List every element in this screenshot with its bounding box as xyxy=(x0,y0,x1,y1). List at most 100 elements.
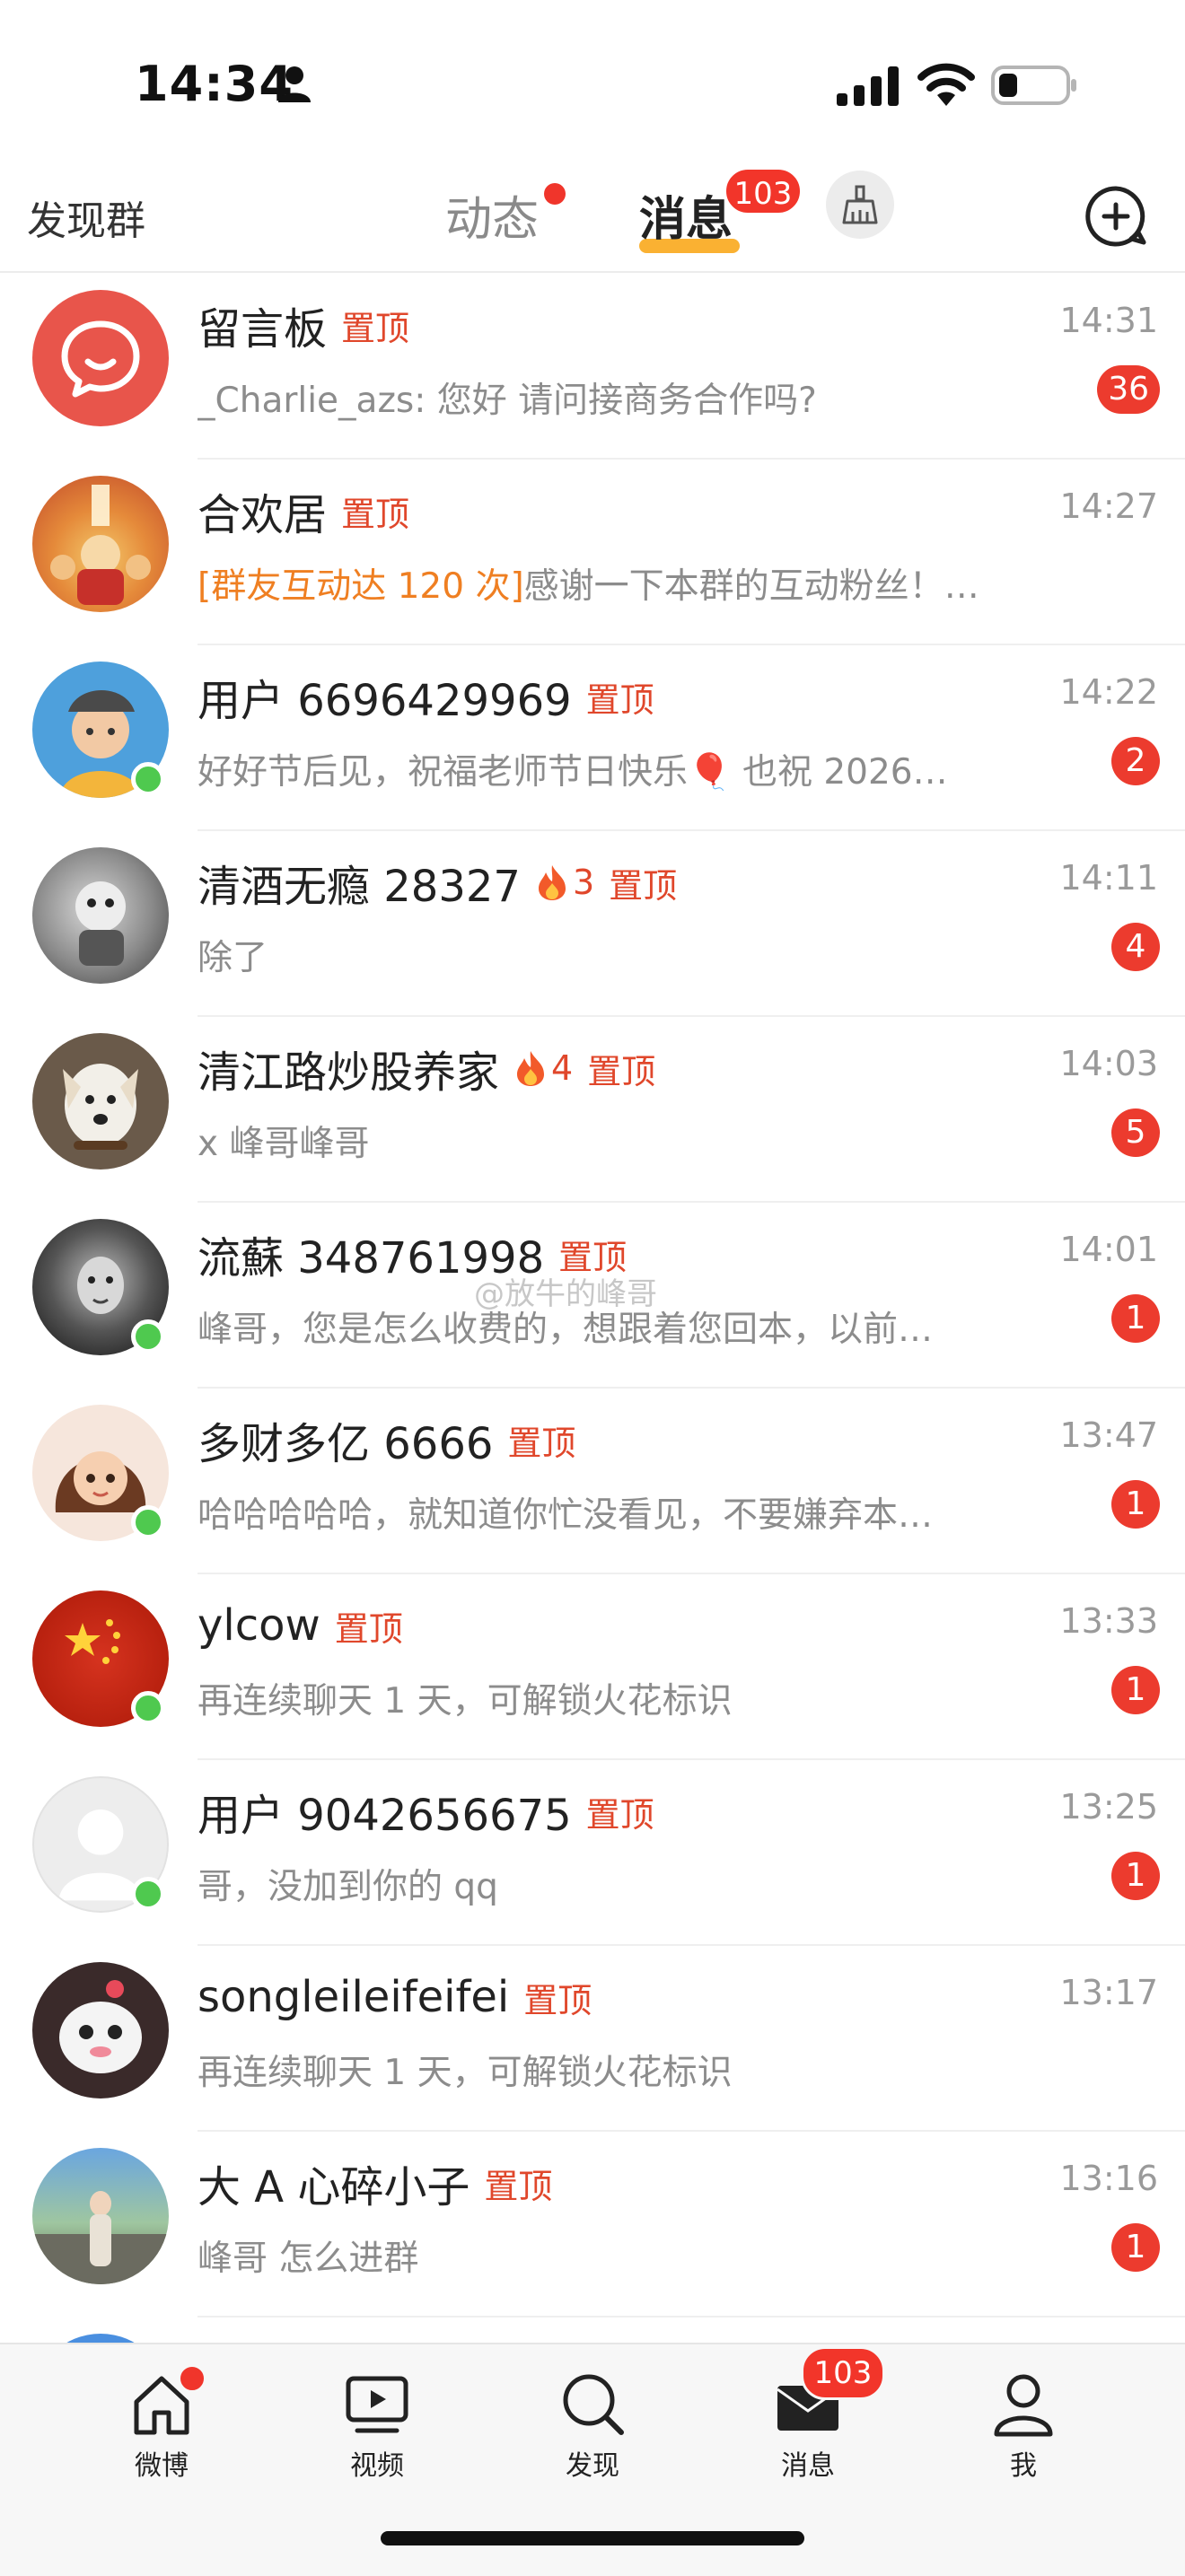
message-preview: 除了 xyxy=(198,938,268,978)
tab-messages[interactable]: 消息 xyxy=(639,181,733,249)
discover-groups-link[interactable]: 发现群 xyxy=(27,188,145,246)
pinned-tag: 置顶 xyxy=(609,865,678,906)
home-unread-dot xyxy=(178,2364,206,2393)
conversation-row[interactable]: 用户 6696429969 置顶 14:22 好好节后见，祝福老师节日快乐🎈 也… xyxy=(0,645,1185,831)
message-time: 13:47 xyxy=(1059,1415,1158,1455)
tab-label: 微博 xyxy=(135,2450,189,2482)
pinned-tag: 置顶 xyxy=(587,1051,656,1091)
watermark: @放牛的峰哥 xyxy=(474,1276,657,1312)
message-time: 14:03 xyxy=(1059,1044,1158,1083)
outdoor-photo-icon xyxy=(32,2191,169,2284)
unread-count-badge: 1 xyxy=(1111,1852,1160,1900)
add-chat-icon[interactable] xyxy=(1084,185,1147,248)
conversation-row[interactable]: 用户 9042656675 置顶 13:25 哥，没加到你的 qq 1 xyxy=(0,1760,1185,1946)
pinned-tag: 置顶 xyxy=(523,1980,592,2020)
battery-icon xyxy=(991,66,1076,105)
message-preview: x 峰哥峰哥 xyxy=(198,1124,370,1164)
home-indicator xyxy=(381,2531,804,2545)
pinned-tag: 置顶 xyxy=(341,494,410,534)
conversation-row[interactable]: 清酒无瘾 28327 3 置顶 14:11 除了 4 xyxy=(0,831,1185,1017)
conversation-row[interactable]: 合欢居 置顶 14:27 [群友互动达 120 次]感谢一下本群的互动粉丝！发红… xyxy=(0,460,1185,645)
message-preview-text: 感谢一下本群的互动粉丝！发红包 xyxy=(523,566,988,607)
pinned-tag: 置顶 xyxy=(507,1423,576,1463)
contact-name: 用户 6696429969 xyxy=(198,676,572,726)
message-time: 13:33 xyxy=(1059,1601,1158,1641)
unread-count-badge: 1 xyxy=(1111,1294,1160,1343)
tab-label: 我 xyxy=(1010,2450,1037,2482)
signal-icon xyxy=(837,66,899,106)
message-preview: 峰哥 怎么进群 xyxy=(198,2239,419,2279)
contact-name: 清江路炒股养家 xyxy=(198,1047,500,1098)
message-preview: 哈哈哈哈哈，就知道你忙没看见，不要嫌弃本… xyxy=(198,1495,934,1536)
tab-label: 消息 xyxy=(781,2450,835,2482)
status-time: 14:34 xyxy=(135,56,294,112)
conversation-row-partial[interactable] xyxy=(0,2318,1185,2344)
contact-name: 大 A 心碎小子 xyxy=(198,2162,470,2212)
spark-streak: 4 xyxy=(515,1048,573,1088)
top-nav: 发现群 动态 消息 103 xyxy=(0,167,1185,273)
cartoon-character-image-icon xyxy=(59,1980,142,2073)
dog-photo-icon xyxy=(63,1064,138,1150)
profile-icon xyxy=(994,2374,1053,2437)
pinned-tag: 置顶 xyxy=(585,1794,654,1835)
unread-count-badge: 2 xyxy=(1111,737,1160,785)
grayscale-photo-icon xyxy=(75,881,126,966)
tab-messages-bottom[interactable]: 103 消息 xyxy=(745,2346,885,2483)
video-icon xyxy=(346,2376,408,2433)
unread-count-badge: 1 xyxy=(1111,2223,1160,2272)
unread-count-badge: 1 xyxy=(1111,1480,1160,1529)
wifi-icon xyxy=(917,63,975,106)
tab-discover[interactable]: 发现 xyxy=(530,2370,655,2483)
avatar xyxy=(32,2148,169,2284)
tab-feed[interactable]: 动态 xyxy=(445,181,539,249)
unread-count-badge: 1 xyxy=(1111,1666,1160,1714)
unread-count-badge: 5 xyxy=(1111,1108,1160,1157)
contact-name: 留言板 xyxy=(198,304,328,355)
message-preview: 哥，没加到你的 qq xyxy=(198,1867,498,1907)
broom-icon xyxy=(842,185,878,224)
conversation-row[interactable]: 清江路炒股养家 4 置顶 14:03 x 峰哥峰哥 5 xyxy=(0,1017,1185,1203)
unread-count-badge: 36 xyxy=(1097,365,1160,414)
conversation-row[interactable]: 大 A 心碎小子 置顶 13:16 峰哥 怎么进群 1 xyxy=(0,2132,1185,2318)
message-time: 14:11 xyxy=(1059,858,1158,898)
message-time: 13:16 xyxy=(1059,2159,1158,2198)
unread-count-badge: 4 xyxy=(1111,923,1160,971)
search-icon xyxy=(563,2374,624,2435)
status-bar: 14:34 xyxy=(0,0,1185,171)
avatar xyxy=(32,847,169,984)
avatar xyxy=(32,290,169,426)
clear-unread-button[interactable] xyxy=(826,171,894,239)
fire-icon xyxy=(538,865,566,900)
spark-streak-count: 4 xyxy=(551,1048,574,1088)
message-time: 14:31 xyxy=(1059,301,1158,340)
interaction-highlight: [群友互动达 120 次] xyxy=(198,566,524,607)
tab-video[interactable]: 视频 xyxy=(314,2370,440,2483)
tab-me[interactable]: 我 xyxy=(961,2370,1086,2483)
message-preview: _Charlie_azs: 您好 请问接商务合作吗? xyxy=(198,381,817,421)
contact-name: 多财多亿 6666 xyxy=(198,1419,494,1469)
message-preview: 再连续聊天 1 天，可解锁火花标识 xyxy=(198,2053,733,2093)
message-time: 14:22 xyxy=(1059,672,1158,712)
messages-tab-badge: 103 xyxy=(724,167,803,215)
tab-label: 视频 xyxy=(350,2450,404,2482)
conversation-row[interactable]: 留言板 置顶 14:31 _Charlie_azs: 您好 请问接商务合作吗? … xyxy=(0,274,1185,460)
message-preview: 好好节后见，祝福老师节日快乐🎈 也祝 2026… xyxy=(198,752,948,793)
online-indicator xyxy=(131,1319,165,1354)
pinned-tag: 置顶 xyxy=(341,308,410,348)
online-indicator xyxy=(131,1505,165,1539)
conversation-row[interactable]: ylcow 置顶 13:33 再连续聊天 1 天，可解锁火花标识 1 xyxy=(0,1574,1185,1760)
tab-label: 发现 xyxy=(566,2450,619,2482)
person-icon xyxy=(278,66,311,102)
message-time: 13:25 xyxy=(1059,1787,1158,1827)
avatar xyxy=(32,1962,169,2098)
online-indicator xyxy=(131,1877,165,1911)
feed-unread-dot xyxy=(544,183,566,205)
god-of-wealth-image-icon xyxy=(50,485,151,605)
fire-icon xyxy=(517,1051,545,1086)
pinned-tag: 置顶 xyxy=(334,1608,403,1649)
conversation-row[interactable]: songleileifeifei 置顶 13:17 再连续聊天 1 天，可解锁火… xyxy=(0,1946,1185,2132)
tab-weibo[interactable]: 微博 xyxy=(99,2364,224,2483)
contact-name: songleileifeifei xyxy=(198,1972,510,2022)
conversation-row[interactable]: 多财多亿 6666 置顶 13:47 哈哈哈哈哈，就知道你忙没看见，不要嫌弃本…… xyxy=(0,1389,1185,1574)
message-preview: 再连续聊天 1 天，可解锁火花标识 xyxy=(198,1681,733,1722)
